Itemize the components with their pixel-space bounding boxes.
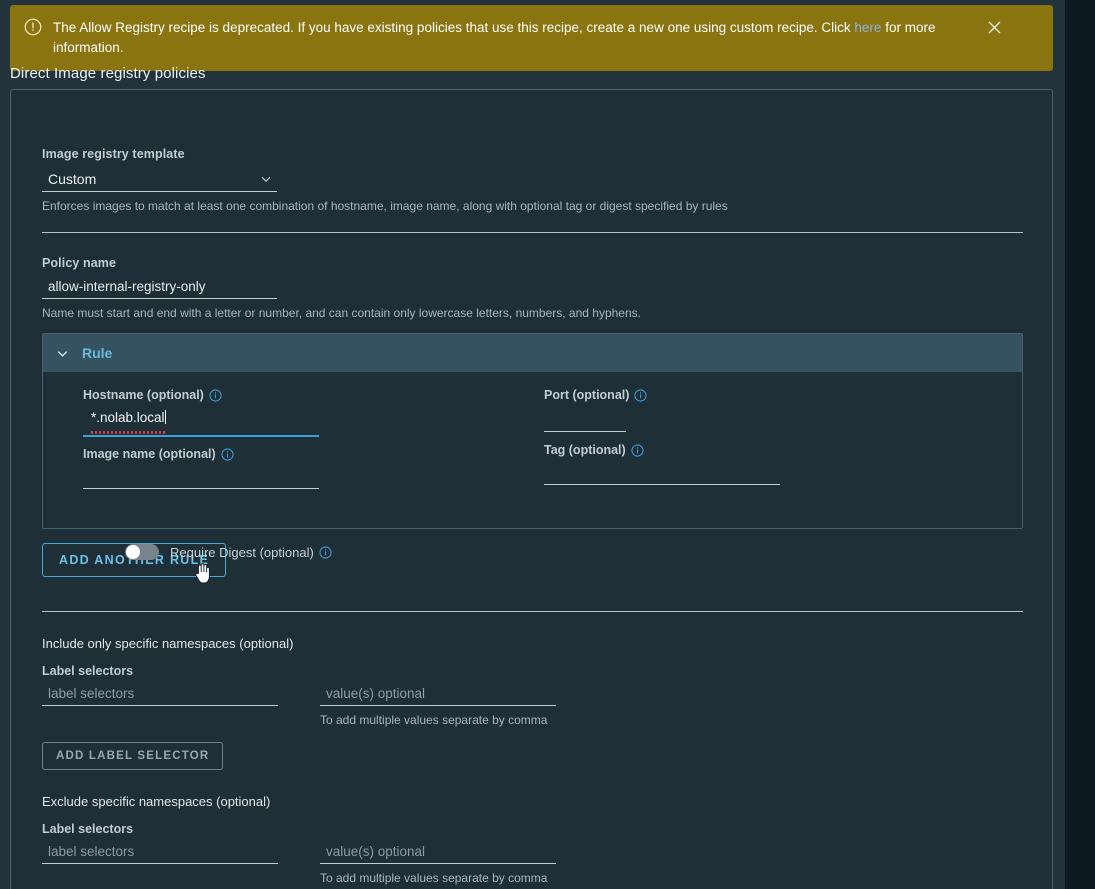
- require-digest-label: Require Digest (optional): [170, 544, 314, 560]
- require-digest-row: Require Digest (optional): [125, 544, 332, 560]
- exclude-label-selectors-label: Label selectors: [42, 822, 134, 836]
- include-label-selectors-row: To add multiple values separate by comma: [42, 684, 1023, 727]
- image-name-label: Image name (optional): [83, 447, 216, 461]
- tag-label: Tag (optional): [544, 443, 626, 457]
- hostname-label: Hostname (optional): [83, 388, 204, 402]
- chevron-down-icon: [55, 346, 70, 361]
- toggle-knob: [126, 545, 140, 559]
- page-root: The Allow Registry recipe is deprecated.…: [0, 0, 1053, 889]
- divider-bottom: [42, 611, 1023, 612]
- include-add-label-selector-button[interactable]: ADD LABEL SELECTOR: [42, 742, 224, 770]
- policy-form-content: Image registry template Custom Enforces …: [42, 90, 1023, 889]
- info-icon[interactable]: [631, 443, 644, 457]
- close-icon[interactable]: [983, 16, 1005, 38]
- image-registry-template-field: Image registry template Custom Enforces …: [42, 147, 1023, 214]
- rule-right-column: Port (optional) Tag (optional): [544, 388, 780, 485]
- image-registry-template-select-value[interactable]: Custom: [42, 169, 277, 192]
- info-icon[interactable]: [221, 447, 234, 461]
- exclude-namespaces-title: Exclude specific namespaces (optional): [42, 794, 271, 809]
- page-title: Direct Image registry policies: [10, 65, 206, 82]
- hostname-input[interactable]: *.nolab.local: [83, 410, 319, 437]
- exclamation-circle-icon: [24, 18, 42, 36]
- image-registry-template-help: Enforces images to match at least one co…: [42, 199, 728, 213]
- rule-panel-title: Rule: [82, 345, 113, 361]
- include-value-col: To add multiple values separate by comma: [320, 684, 556, 727]
- image-name-input[interactable]: [83, 467, 319, 489]
- include-label-selectors-label: Label selectors: [42, 664, 134, 678]
- require-digest-label-row: Require Digest (optional): [170, 545, 332, 560]
- include-key-col: [42, 684, 278, 727]
- require-digest-toggle[interactable]: [125, 544, 159, 560]
- policy-name-input[interactable]: [42, 277, 277, 299]
- image-registry-template-label: Image registry template: [42, 147, 185, 161]
- right-dark-strip: [1065, 0, 1095, 889]
- policy-name-field: Policy name Name must start and end with…: [42, 256, 1023, 321]
- exclude-namespaces-section: Exclude specific namespaces (optional) L…: [42, 794, 1023, 889]
- image-name-label-row: Image name (optional): [83, 447, 319, 461]
- policy-name-label: Policy name: [42, 256, 117, 270]
- info-icon[interactable]: [209, 388, 222, 402]
- rule-panel-header[interactable]: Rule: [43, 334, 1022, 372]
- exclude-label-selector-value-input[interactable]: [320, 842, 556, 864]
- rule-panel: Rule Hostname (optional) *.nolab.local I…: [42, 333, 1023, 560]
- tag-input[interactable]: [544, 463, 780, 485]
- include-namespaces-title: Include only specific namespaces (option…: [42, 636, 294, 651]
- spellcheck-underline: [91, 431, 167, 434]
- tag-label-row: Tag (optional): [544, 443, 780, 457]
- alert-here-link[interactable]: here: [854, 20, 881, 35]
- include-label-selector-value-input[interactable]: [320, 684, 556, 706]
- hostname-input-value: *.nolab.local: [91, 410, 165, 425]
- include-values-help: To add multiple values separate by comma: [320, 713, 548, 727]
- alert-text-before-link: The Allow Registry recipe is deprecated.…: [53, 20, 855, 35]
- text-caret: [164, 410, 166, 424]
- exclude-value-col: To add multiple values separate by comma: [320, 842, 556, 885]
- port-input[interactable]: [544, 410, 626, 432]
- divider-top: [42, 232, 1023, 233]
- exclude-label-selector-key-input[interactable]: [42, 842, 278, 864]
- policy-name-help: Name must start and end with a letter or…: [42, 306, 641, 320]
- info-icon[interactable]: [319, 545, 332, 559]
- deprecation-alert-banner: The Allow Registry recipe is deprecated.…: [10, 5, 1053, 71]
- rule-panel-body: Hostname (optional) *.nolab.local Image …: [43, 372, 1022, 560]
- info-icon[interactable]: [634, 388, 647, 402]
- include-label-selector-key-input[interactable]: [42, 684, 278, 706]
- hostname-label-row: Hostname (optional): [83, 388, 319, 402]
- exclude-values-help: To add multiple values separate by comma: [320, 871, 548, 885]
- policy-form-card: Image registry template Custom Enforces …: [10, 89, 1053, 889]
- include-add-button-wrap: ADD LABEL SELECTOR: [42, 742, 1023, 770]
- rule-left-column: Hostname (optional) *.nolab.local Image …: [83, 388, 319, 489]
- exclude-key-col: [42, 842, 278, 885]
- port-label: Port (optional): [544, 388, 630, 402]
- right-gutter: [1053, 0, 1065, 889]
- alert-message: The Allow Registry recipe is deprecated.…: [53, 18, 983, 58]
- port-label-row: Port (optional): [544, 388, 780, 402]
- include-namespaces-section: Include only specific namespaces (option…: [42, 636, 1023, 770]
- exclude-label-selectors-row: To add multiple values separate by comma: [42, 842, 1023, 885]
- image-registry-template-select[interactable]: Custom: [42, 169, 277, 192]
